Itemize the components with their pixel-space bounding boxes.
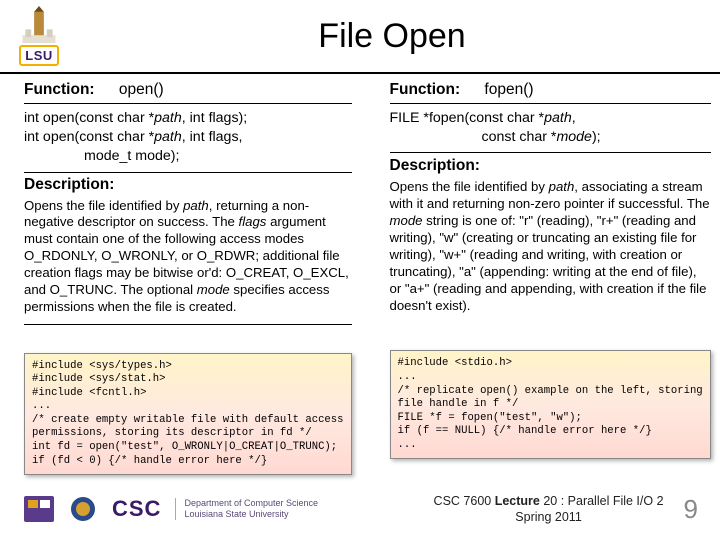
content-columns: Function: open() int open(const char *pa… — [0, 74, 720, 475]
department-text: Department of Computer Science Louisiana… — [175, 498, 318, 520]
right-column: Function: fopen() FILE *fopen(const char… — [390, 78, 711, 475]
description-header-right: Description: — [390, 153, 711, 179]
nsf-logo-icon — [66, 494, 100, 524]
function-label: Function: — [24, 81, 95, 98]
csc-text: CSC — [112, 496, 161, 522]
function-label: Function: — [390, 81, 461, 98]
description-body-left: Opens the file identified by path, retur… — [24, 198, 352, 325]
function-name-fopen: fopen() — [484, 81, 533, 99]
left-column: Function: open() int open(const char *pa… — [24, 78, 352, 475]
slide: LSU File Open Function: open() int open(… — [0, 0, 720, 540]
function-row-open: Function: open() — [24, 78, 352, 104]
signature-fopen: FILE *fopen(const char *path, const char… — [390, 104, 711, 153]
description-body-right: Opens the file identified by path, assoc… — [390, 179, 711, 322]
cct-logo-icon — [22, 494, 56, 524]
code-example-fopen: #include <stdio.h> ... /* replicate open… — [390, 350, 711, 459]
code-example-open: #include <sys/types.h> #include <sys/sta… — [24, 353, 352, 475]
slide-number: 9 — [684, 494, 698, 525]
footer-logos: CSC Department of Computer Science Louis… — [22, 494, 318, 524]
function-row-fopen: Function: fopen() — [390, 78, 711, 104]
page-title: File Open — [72, 17, 712, 56]
footer: CSC Department of Computer Science Louis… — [0, 484, 720, 540]
function-name-open: open() — [119, 81, 164, 99]
lsu-text: LSU — [19, 45, 59, 66]
lsu-logo: LSU — [6, 6, 72, 66]
signature-open: int open(const char *path, int flags); i… — [24, 104, 352, 173]
header: LSU File Open — [0, 0, 720, 74]
tower-icon — [22, 6, 56, 43]
lecture-info: CSC 7600 Lecture 20 : Parallel File I/O … — [434, 493, 664, 526]
description-header-left: Description: — [24, 173, 352, 198]
